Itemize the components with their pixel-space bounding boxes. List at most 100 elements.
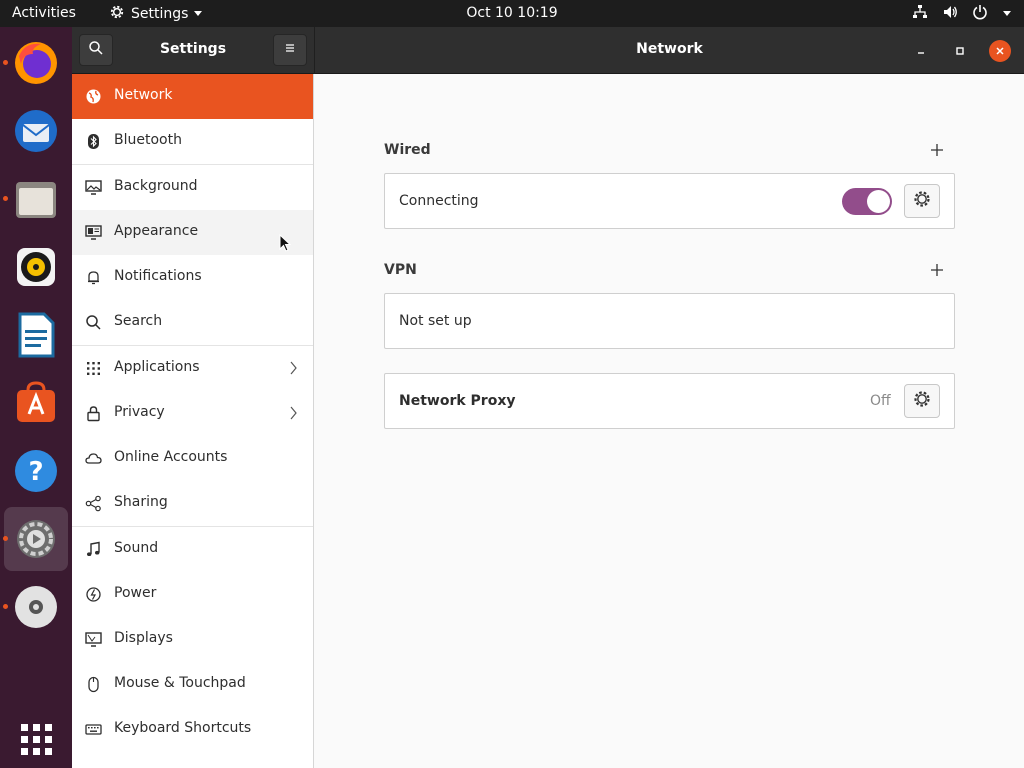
add-wired-button[interactable] — [927, 140, 947, 160]
minimize-button[interactable] — [910, 40, 932, 62]
gear-icon — [913, 390, 931, 412]
power-icon — [85, 586, 102, 603]
dvd-icon — [15, 586, 57, 628]
sidebar-item-keyboard-shortcuts[interactable]: Keyboard Shortcuts — [72, 707, 313, 752]
running-indicator — [3, 196, 8, 201]
display-icon — [85, 631, 102, 648]
sidebar-item-label: Appearance — [114, 223, 199, 239]
sidebar-item-displays[interactable]: Displays — [72, 617, 313, 662]
sidebar-item-online-accounts[interactable]: Online Accounts — [72, 436, 313, 481]
sidebar-item-bluetooth[interactable]: Bluetooth — [72, 119, 313, 164]
firefox-icon — [15, 42, 57, 84]
running-indicator — [3, 604, 8, 609]
gear-icon — [913, 190, 931, 212]
wired-connection-row: Connecting — [384, 173, 955, 229]
caret-down-icon[interactable] — [1002, 6, 1012, 22]
dock: ? — [0, 27, 72, 768]
sidebar-item-label: Background — [114, 178, 198, 194]
activities-button[interactable]: Activities — [12, 5, 76, 21]
dock-firefox[interactable] — [3, 31, 68, 95]
network-proxy-row[interactable]: Network Proxy Off — [384, 373, 955, 429]
system-tray[interactable] — [912, 4, 1012, 24]
settings-window: Settings Network Network Bluetooth Backg… — [72, 27, 1024, 768]
primary-menu-button[interactable] — [273, 34, 307, 66]
sidebar-item-appearance[interactable]: Appearance — [72, 210, 313, 255]
sidebar-item-label: Search — [114, 313, 163, 329]
maximize-icon — [954, 42, 966, 61]
dock-software[interactable] — [4, 371, 68, 435]
sidebar-item-label: Notifications — [114, 268, 202, 284]
dock-files[interactable] — [3, 167, 68, 231]
background-icon — [85, 179, 102, 196]
app-menu[interactable]: Settings — [108, 3, 203, 25]
running-indicator — [3, 536, 8, 541]
sidebar-item-privacy[interactable]: Privacy — [72, 391, 313, 436]
caret-down-icon — [193, 6, 203, 22]
network-icon — [85, 88, 102, 105]
sidebar-item-network[interactable]: Network — [72, 74, 313, 119]
sidebar-item-sharing[interactable]: Sharing — [72, 481, 313, 526]
close-button[interactable] — [989, 40, 1011, 62]
sidebar-item-label: Bluetooth — [114, 132, 182, 148]
header-bar: Settings Network — [72, 27, 1024, 74]
show-apps-icon — [21, 724, 52, 755]
network-proxy-status: Off — [870, 393, 891, 409]
dock-show-apps[interactable] — [4, 707, 68, 768]
software-icon — [17, 381, 55, 422]
clock[interactable]: Oct 10 10:19 — [466, 5, 557, 21]
help-icon: ? — [15, 450, 57, 492]
vpn-status: Not set up — [399, 313, 472, 329]
dock-dvd[interactable] — [3, 575, 68, 639]
wired-toggle[interactable] — [842, 188, 892, 215]
app-menu-label: Settings — [131, 6, 189, 22]
settings-sidebar[interactable]: Network Bluetooth Background Appearance … — [72, 74, 314, 768]
search-icon — [85, 314, 102, 331]
appearance-icon — [85, 224, 102, 241]
cloud-icon — [85, 450, 102, 467]
chevron-right-icon — [288, 360, 298, 376]
dock-thunderbird[interactable] — [4, 99, 68, 163]
files-icon — [16, 182, 56, 218]
sidebar-item-sound[interactable]: Sound — [72, 527, 313, 572]
sidebar-item-search[interactable]: Search — [72, 300, 313, 345]
music-note-icon — [85, 541, 102, 558]
sidebar-item-background[interactable]: Background — [72, 165, 313, 210]
dock-help[interactable]: ? — [4, 439, 68, 503]
sidebar-item-power[interactable]: Power — [72, 572, 313, 617]
wired-settings-button[interactable] — [904, 184, 940, 218]
thunderbird-icon — [15, 110, 57, 152]
network-wired-icon[interactable] — [912, 4, 928, 24]
lock-icon — [85, 405, 102, 422]
sidebar-item-notifications[interactable]: Notifications — [72, 255, 313, 300]
vpn-row: Not set up — [384, 293, 955, 349]
sidebar-item-label: Keyboard Shortcuts — [114, 720, 252, 736]
dock-writer[interactable] — [4, 303, 68, 367]
bell-icon — [85, 269, 102, 286]
sidebar-item-label: Power — [114, 585, 157, 601]
close-icon — [994, 42, 1006, 61]
sidebar-item-label: Mouse & Touchpad — [114, 675, 246, 691]
sidebar-item-applications[interactable]: Applications — [72, 346, 313, 391]
running-indicator — [3, 60, 8, 65]
wired-section-title: Wired — [384, 142, 431, 158]
top-bar: Activities Settings Oct 10 10:19 — [0, 0, 1024, 27]
vpn-section-title: VPN — [384, 262, 417, 278]
sidebar-item-label: Displays — [114, 630, 173, 646]
minimize-icon — [915, 42, 927, 61]
hamburger-icon — [282, 40, 298, 60]
dock-rhythmbox[interactable] — [4, 235, 68, 299]
add-vpn-button[interactable] — [927, 260, 947, 280]
sidebar-item-label: Privacy — [114, 404, 165, 420]
volume-icon[interactable] — [942, 4, 958, 24]
sidebar-item-label: Network — [114, 87, 173, 103]
proxy-settings-button[interactable] — [904, 384, 940, 418]
settings-icon — [17, 520, 55, 558]
dock-settings[interactable] — [3, 507, 68, 571]
toggle-knob — [867, 190, 890, 213]
network-proxy-label: Network Proxy — [399, 393, 516, 409]
sidebar-item-mouse-touchpad[interactable]: Mouse & Touchpad — [72, 662, 313, 707]
keyboard-icon — [85, 721, 102, 738]
power-menu-icon[interactable] — [972, 4, 988, 24]
mouse-cursor-icon — [279, 233, 292, 252]
maximize-button[interactable] — [949, 40, 971, 62]
